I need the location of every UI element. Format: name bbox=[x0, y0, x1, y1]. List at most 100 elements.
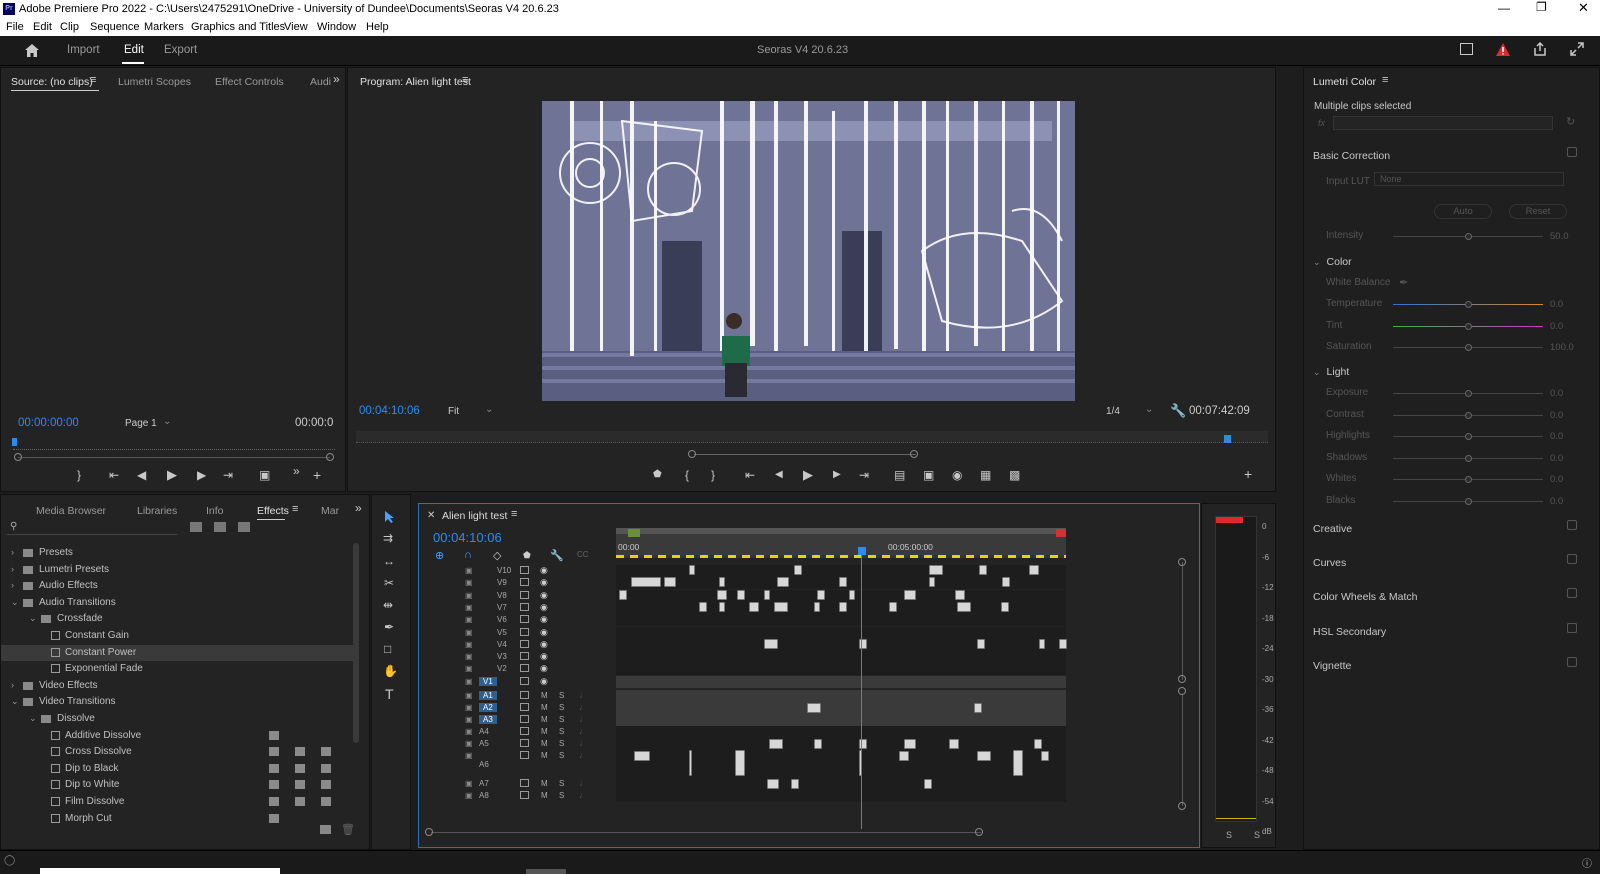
blacks-slider[interactable] bbox=[1393, 497, 1543, 505]
highlights-slider[interactable] bbox=[1393, 433, 1543, 440]
eye-icon[interactable]: ◉ bbox=[540, 627, 548, 638]
audio-clip[interactable] bbox=[767, 779, 779, 789]
taskbar-search-box[interactable] bbox=[40, 868, 280, 874]
menu-clip[interactable]: Clip bbox=[60, 21, 79, 33]
track-lane[interactable] bbox=[616, 614, 1066, 627]
effects-tree-item[interactable]: › Lumetri Presets bbox=[1, 562, 353, 578]
audio-clip[interactable] bbox=[791, 779, 799, 789]
solo-button[interactable]: S bbox=[559, 703, 564, 712]
mic-icon[interactable]: ♩ bbox=[579, 738, 588, 748]
play-icon[interactable]: ▶ bbox=[167, 467, 177, 483]
audio-clip[interactable] bbox=[977, 751, 991, 761]
mute-button[interactable]: M bbox=[541, 779, 548, 788]
sync-lock-icon[interactable] bbox=[520, 590, 529, 599]
video-clip[interactable] bbox=[764, 589, 770, 600]
home-icon[interactable] bbox=[24, 43, 40, 58]
menu-edit[interactable]: Edit bbox=[33, 21, 52, 33]
video-clip[interactable] bbox=[1002, 577, 1010, 588]
warning-icon[interactable] bbox=[1496, 43, 1510, 56]
video-clip[interactable] bbox=[849, 589, 855, 600]
audio-clip[interactable] bbox=[974, 703, 982, 713]
video-clip[interactable] bbox=[719, 577, 725, 588]
lock-icon[interactable]: ▣ bbox=[465, 791, 473, 800]
track-label[interactable]: V4 bbox=[497, 640, 507, 649]
sync-lock-icon[interactable] bbox=[520, 566, 529, 574]
track-label[interactable]: V5 bbox=[497, 628, 507, 637]
auto-button[interactable]: Auto bbox=[1434, 204, 1492, 219]
contrast-value[interactable]: 0.0 bbox=[1550, 410, 1563, 421]
extract-icon[interactable]: ▣ bbox=[923, 468, 934, 482]
blacks-value[interactable]: 0.0 bbox=[1550, 496, 1563, 507]
lock-icon[interactable]: ▣ bbox=[465, 591, 473, 600]
share-icon[interactable] bbox=[1533, 42, 1547, 56]
shadows-knob[interactable] bbox=[1465, 454, 1472, 462]
minimize-icon[interactable]: — bbox=[1498, 1, 1510, 15]
tab-audio[interactable]: Audi bbox=[310, 76, 331, 88]
blacks-knob[interactable] bbox=[1465, 497, 1472, 505]
sync-lock-icon[interactable] bbox=[520, 639, 529, 648]
fit-select[interactable]: Fit bbox=[448, 406, 459, 417]
eye-icon[interactable]: ◉ bbox=[540, 651, 548, 662]
source-menu-icon[interactable]: ≡ bbox=[90, 74, 96, 86]
button-editor-icon[interactable]: + bbox=[313, 467, 321, 483]
mute-button[interactable]: M bbox=[541, 739, 548, 748]
lock-icon[interactable]: ▣ bbox=[465, 628, 473, 637]
audio-clip[interactable] bbox=[904, 739, 916, 749]
step-back-icon[interactable]: ◀ bbox=[137, 468, 146, 482]
track-lane[interactable] bbox=[616, 714, 1066, 726]
lock-icon[interactable]: ▣ bbox=[465, 739, 473, 748]
mic-icon[interactable]: ♩ bbox=[579, 778, 588, 788]
chevron-right-icon[interactable]: › bbox=[11, 580, 14, 590]
track-label[interactable]: A4 bbox=[479, 727, 489, 736]
chevron-down-icon[interactable]: ⌄ bbox=[11, 696, 19, 707]
lumetri-section-vignette[interactable]: Vignette bbox=[1313, 660, 1351, 672]
tab-libraries[interactable]: Libraries bbox=[137, 505, 177, 517]
tab-markers[interactable]: Mar bbox=[321, 505, 339, 517]
captions-icon[interactable]: CC bbox=[577, 550, 589, 559]
sync-lock-icon[interactable] bbox=[520, 739, 529, 747]
shadows-value[interactable]: 0.0 bbox=[1550, 453, 1563, 464]
track-lane[interactable] bbox=[616, 589, 1066, 602]
exposure-value[interactable]: 0.0 bbox=[1550, 388, 1563, 399]
tab-import[interactable]: Import bbox=[67, 44, 100, 56]
delete-icon[interactable]: 🗑 bbox=[341, 823, 355, 836]
effect-select[interactable] bbox=[1333, 116, 1553, 130]
export-frame-icon[interactable]: ◉ bbox=[952, 468, 962, 482]
source-timecode[interactable]: 00:00:00:00 bbox=[18, 417, 79, 429]
slip-tool-icon[interactable]: ⇹ bbox=[383, 598, 393, 612]
video-clip[interactable] bbox=[1029, 565, 1039, 575]
saturation-value[interactable]: 100.0 bbox=[1550, 342, 1574, 353]
video-clip[interactable] bbox=[1001, 601, 1009, 612]
mic-icon[interactable]: ♩ bbox=[579, 690, 588, 700]
type-tool-icon[interactable]: T bbox=[385, 686, 394, 702]
video-clip[interactable] bbox=[904, 589, 916, 600]
chevron-right-icon[interactable]: › bbox=[11, 547, 14, 557]
whites-value[interactable]: 0.0 bbox=[1550, 474, 1563, 485]
contrast-slider[interactable] bbox=[1393, 411, 1543, 419]
track-lane[interactable] bbox=[616, 638, 1066, 651]
video-clip[interactable] bbox=[699, 601, 707, 612]
lock-icon[interactable]: ▣ bbox=[465, 715, 473, 724]
intensity-slider[interactable] bbox=[1393, 233, 1543, 240]
video-clip[interactable] bbox=[977, 638, 985, 649]
tab-export[interactable]: Export bbox=[164, 44, 197, 56]
mic-icon[interactable]: ♩ bbox=[579, 726, 588, 736]
mute-button[interactable]: M bbox=[541, 791, 548, 800]
program-zoom-bar[interactable] bbox=[694, 454, 916, 455]
effects-tree-item[interactable]: Morph Cut bbox=[1, 811, 353, 827]
solo-right-button[interactable]: S bbox=[1254, 830, 1260, 840]
menu-window[interactable]: Window bbox=[317, 21, 356, 33]
tab-info[interactable]: Info bbox=[206, 505, 224, 517]
resolution-dropdown-icon[interactable]: ⌄ bbox=[1145, 404, 1153, 415]
quick-export-icon[interactable] bbox=[1460, 43, 1473, 55]
effects-tree-item[interactable]: ⌄ Audio Transitions bbox=[1, 595, 353, 611]
mark-out-icon[interactable]: } bbox=[77, 468, 81, 482]
program-zoom-right[interactable] bbox=[910, 450, 918, 458]
exposure-slider[interactable] bbox=[1393, 390, 1543, 397]
highlights-knob[interactable] bbox=[1465, 433, 1472, 440]
audio-clip[interactable] bbox=[689, 750, 692, 776]
track-label[interactable]: A8 bbox=[479, 791, 489, 800]
basic-correction-header[interactable]: Basic Correction bbox=[1313, 150, 1390, 162]
effects-tree-item[interactable]: Constant Gain bbox=[1, 628, 353, 644]
program-ruler[interactable] bbox=[356, 431, 1268, 443]
